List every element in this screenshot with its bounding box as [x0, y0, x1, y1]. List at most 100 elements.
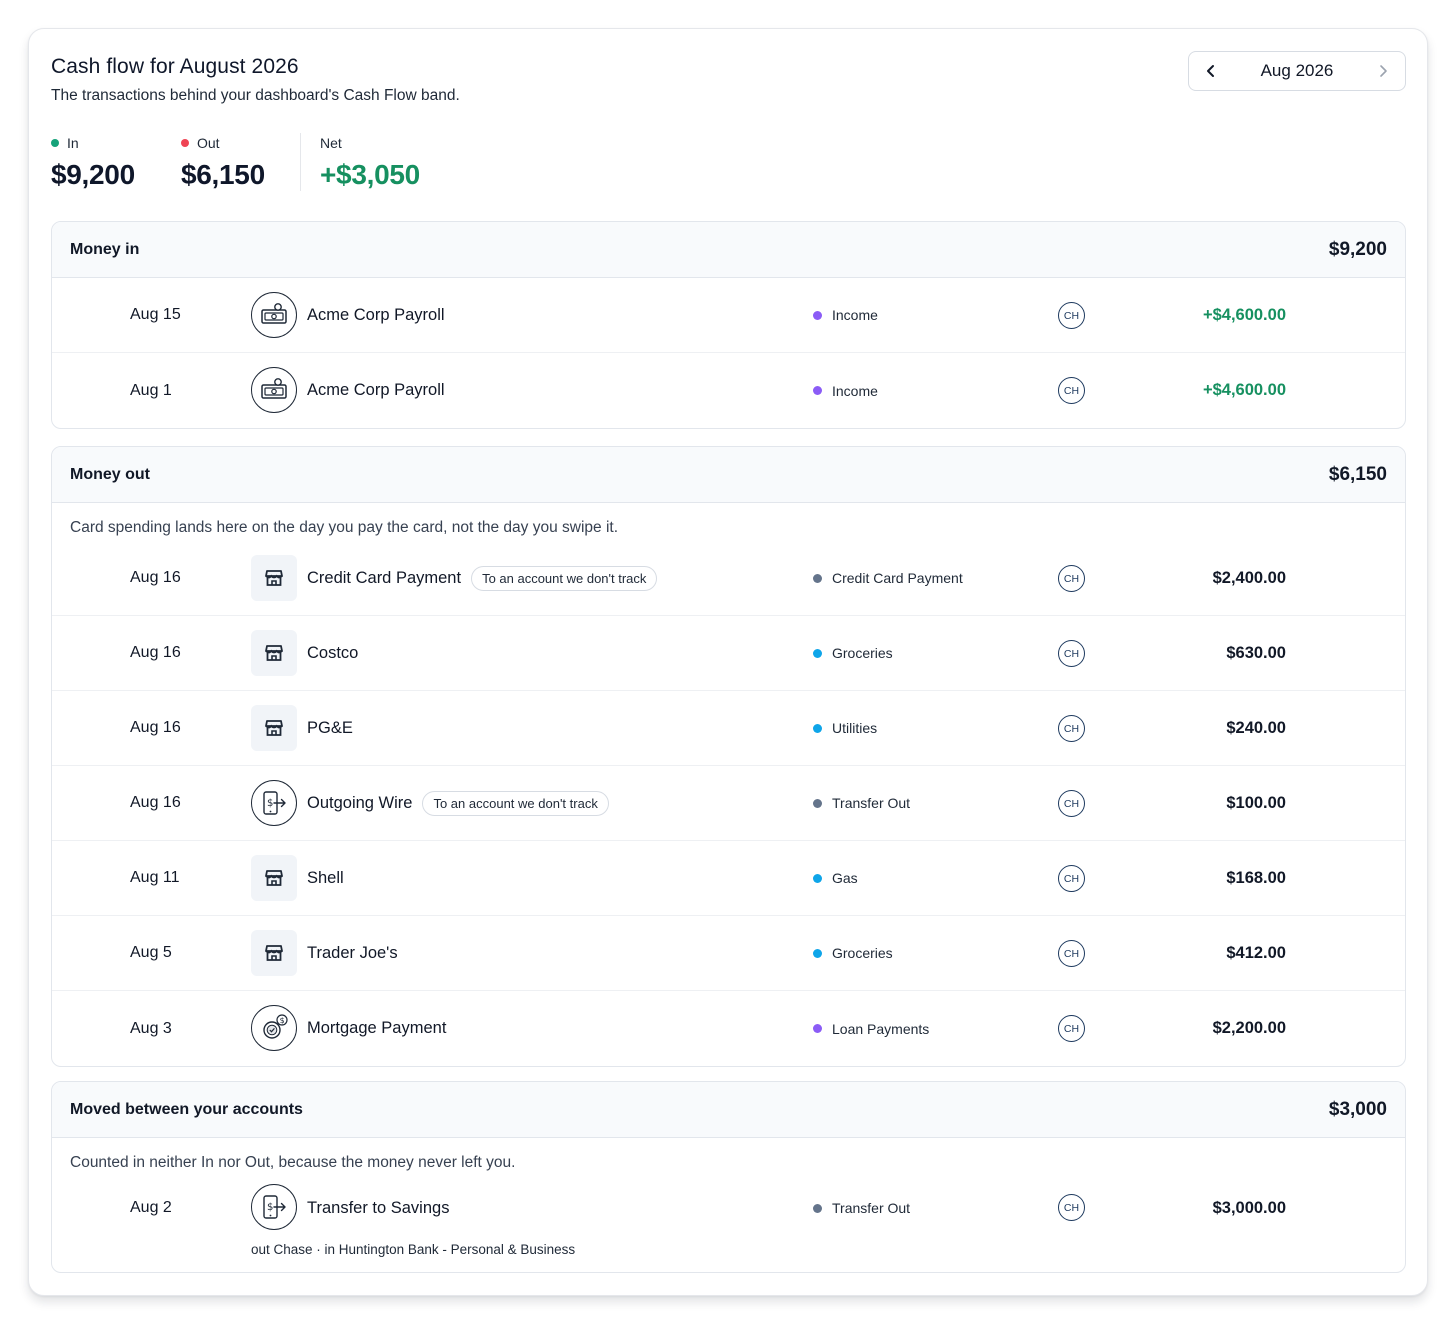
svg-text:$: $ [267, 798, 273, 809]
category-tag[interactable]: Transfer Out [813, 766, 910, 840]
transaction-date: Aug 1 [130, 381, 172, 399]
transaction-amount: $168.00 [1226, 868, 1286, 887]
category-dot-icon [813, 386, 822, 395]
category-tag[interactable]: Income [813, 278, 878, 352]
stat-net-value: +$3,050 [320, 159, 420, 190]
store-icon [251, 705, 297, 751]
page-subtitle: The transactions behind your dashboard's… [51, 87, 460, 104]
category-label: Loan Payments [832, 1020, 930, 1037]
account-avatar[interactable]: CH [1058, 865, 1085, 892]
category-tag[interactable]: Utilities [813, 691, 877, 765]
merchant-name: Costco [307, 643, 359, 662]
category-dot-icon [813, 948, 822, 958]
month-picker: Aug 2026 [1188, 51, 1406, 91]
untracked-account-badge: To an account we don't track [422, 790, 609, 816]
mortgage-icon: $ [251, 1005, 297, 1051]
merchant-name: Acme Corp Payroll [307, 305, 445, 324]
transaction-date: Aug 3 [130, 1019, 172, 1037]
merchant-name-group: Transfer to Savings [307, 1176, 449, 1240]
untracked-account-badge: To an account we don't track [471, 565, 658, 591]
svg-text:$: $ [280, 1016, 285, 1025]
section-total: $9,200 [1328, 238, 1387, 260]
category-label: Transfer Out [832, 795, 911, 811]
transaction-amount: $3,000.00 [1212, 1198, 1286, 1217]
category-tag[interactable]: Income [813, 353, 878, 428]
money-in-section: Money in $9,200 Aug 15 Acme Corp Payroll I… [51, 221, 1406, 429]
account-avatar[interactable]: CH [1058, 565, 1085, 592]
payroll-icon [251, 367, 297, 413]
stat-net: Net +$3,050 [320, 135, 420, 191]
transaction-row[interactable]: Aug 3 $ Mortgage Payment Loan Payments CH $2,… [52, 991, 1405, 1066]
transaction-row[interactable]: Aug 15 Acme Corp Payroll Income CH +$4,600.0… [52, 278, 1405, 353]
category-label: Income [832, 382, 878, 399]
transaction-amount: +$4,600.00 [1202, 381, 1286, 399]
section-note: Counted in neither In nor Out, because t… [70, 1154, 516, 1171]
category-dot-icon [813, 873, 822, 883]
stat-divider [300, 133, 301, 191]
section-total: $6,150 [1328, 463, 1387, 485]
account-avatar[interactable]: CH [1058, 940, 1085, 967]
stat-in-label: In [67, 135, 79, 151]
account-avatar[interactable]: CH [1058, 302, 1085, 329]
merchant-name-group: Shell [307, 841, 344, 915]
category-label: Income [832, 307, 878, 323]
transaction-date: Aug 2 [130, 1199, 172, 1216]
transaction-row[interactable]: Aug 5 Trader Joe's Groceries CH $412.00 [52, 916, 1405, 991]
in-dot-icon [51, 139, 59, 147]
category-dot-icon [813, 648, 822, 658]
transaction-amount: $630.00 [1226, 643, 1286, 662]
transaction-list: Aug 16 Credit Card Payment To an account w… [52, 541, 1405, 1066]
transaction-row[interactable]: Aug 2 $ Transfer to Savings out Chase · in … [52, 1176, 1405, 1272]
month-label: Aug 2026 [1260, 61, 1334, 80]
account-avatar[interactable]: CH [1058, 377, 1085, 404]
category-dot-icon [813, 723, 822, 733]
account-avatar[interactable]: CH [1058, 640, 1085, 667]
category-dot-icon [813, 310, 822, 320]
transaction-list: Aug 15 Acme Corp Payroll Income CH +$4,600.0… [52, 278, 1405, 428]
category-tag[interactable]: Loan Payments [813, 991, 929, 1066]
merchant-name-group: Credit Card Payment To an account we don'… [307, 541, 658, 615]
store-icon [251, 930, 297, 976]
category-label: Groceries [832, 645, 893, 661]
transaction-amount: +$4,600.00 [1202, 305, 1286, 324]
category-label: Credit Card Payment [832, 570, 963, 586]
transaction-date: Aug 11 [130, 869, 180, 886]
stat-out-label: Out [197, 135, 220, 151]
account-avatar[interactable]: CH [1058, 1194, 1085, 1221]
category-tag[interactable]: Gas [813, 841, 858, 915]
merchant-name: PG&E [307, 718, 353, 737]
transaction-row[interactable]: Aug 16 $ Outgoing Wire To an account we don… [52, 766, 1405, 841]
transaction-row[interactable]: Aug 1 Acme Corp Payroll Income CH +$4,600.00 [52, 353, 1405, 428]
account-avatar[interactable]: CH [1058, 790, 1085, 817]
stat-in: In $9,200 [51, 135, 135, 191]
transaction-list: Aug 2 $ Transfer to Savings out Chase · in … [52, 1176, 1405, 1272]
section-title: Money out [70, 465, 150, 483]
transaction-row[interactable]: Aug 16 Costco Groceries CH $630.00 [52, 616, 1405, 691]
category-label: Transfer Out [832, 1200, 911, 1216]
transaction-date: Aug 5 [130, 944, 172, 961]
merchant-name: Trader Joe's [307, 943, 398, 962]
svg-text:$: $ [267, 1202, 273, 1213]
category-dot-icon [813, 1203, 822, 1213]
category-tag[interactable]: Groceries [813, 916, 893, 990]
transaction-row[interactable]: Aug 16 PG&E Utilities CH $240.00 [52, 691, 1405, 766]
section-title: Money in [70, 240, 140, 258]
category-tag[interactable]: Transfer Out [813, 1176, 910, 1240]
merchant-name-group: Acme Corp Payroll [307, 278, 445, 352]
category-tag[interactable]: Credit Card Payment [813, 541, 963, 615]
chevron-left-icon[interactable] [1203, 63, 1219, 79]
transaction-amount: $100.00 [1226, 793, 1286, 812]
account-avatar[interactable]: CH [1058, 1015, 1085, 1042]
transaction-row[interactable]: Aug 11 Shell Gas CH $168.00 [52, 841, 1405, 916]
account-avatar[interactable]: CH [1058, 715, 1085, 742]
merchant-name: Shell [307, 868, 344, 887]
section-header: Moved between your accounts $3,000 [52, 1082, 1405, 1138]
transaction-row[interactable]: Aug 16 Credit Card Payment To an account w… [52, 541, 1405, 616]
category-tag[interactable]: Groceries [813, 616, 893, 690]
chevron-right-icon[interactable] [1375, 63, 1391, 79]
category-label: Gas [832, 870, 858, 886]
merchant-name-group: Acme Corp Payroll [307, 353, 445, 428]
store-icon [251, 855, 297, 901]
payroll-icon [251, 292, 297, 338]
merchant-name: Transfer to Savings [307, 1198, 450, 1217]
